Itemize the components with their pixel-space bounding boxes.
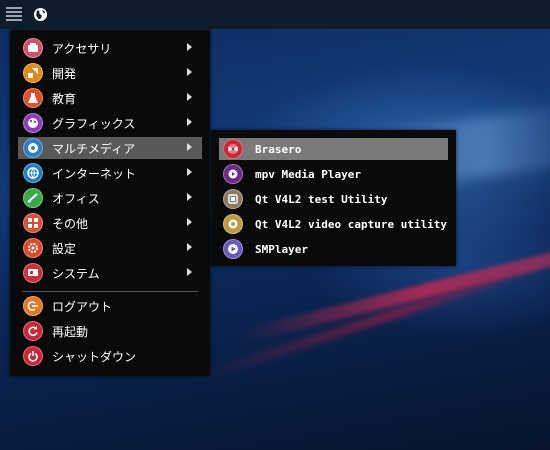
menu-item-label: インターネット — [52, 166, 137, 181]
mpv-icon — [223, 164, 243, 184]
menu-item-internet[interactable]: インターネット — [18, 162, 202, 184]
menu-item-settings[interactable]: 設定 — [18, 237, 202, 259]
internet-icon — [23, 163, 43, 183]
menu-item-label: システム — [52, 266, 100, 281]
menu-item-label: シャットダウン — [52, 349, 137, 364]
menu-item-label: グラフィックス — [52, 116, 136, 131]
top-panel — [0, 0, 550, 29]
menu-item-label: ログアウト — [52, 299, 113, 314]
menu-item-reboot[interactable]: 再起動 — [18, 320, 202, 342]
menu-item-office[interactable]: オフィス — [18, 187, 202, 209]
submenu-arrow-icon — [187, 193, 192, 201]
brasero-icon — [223, 139, 243, 159]
submenu-item-label: Brasero — [255, 142, 302, 156]
qvidcap-icon — [223, 214, 243, 234]
settings-icon — [23, 238, 43, 258]
menu-icon[interactable] — [6, 7, 22, 21]
submenu-arrow-icon — [187, 243, 192, 251]
menu-item-label: アクセサリ — [52, 41, 112, 56]
submenu-arrow-icon — [187, 43, 192, 51]
menu-item-graphics[interactable]: グラフィックス — [18, 112, 202, 134]
wallpaper-streak — [198, 254, 550, 382]
other-icon — [23, 213, 43, 233]
submenu-arrow-icon — [187, 168, 192, 176]
reboot-icon — [23, 321, 43, 341]
office-icon — [23, 188, 43, 208]
submenu-item-label: Qt V4L2 test Utility — [255, 192, 388, 206]
submenu-item-qvidcap[interactable]: Qt V4L2 video capture utility — [219, 213, 448, 235]
submenu-item-label: Qt V4L2 video capture utility — [255, 217, 448, 231]
menu-item-accessories[interactable]: アクセサリ — [18, 37, 202, 59]
accessories-icon — [23, 38, 43, 58]
menu-item-logout[interactable]: ログアウト — [18, 295, 202, 317]
smplayer-icon — [223, 239, 243, 259]
menu-item-label: 再起動 — [52, 324, 89, 339]
globe-icon[interactable] — [33, 7, 48, 22]
submenu-arrow-icon — [187, 118, 192, 126]
multimedia-submenu: Brasero mpv Media Player Qt V4L2 test Ut… — [211, 130, 456, 266]
menu-item-other[interactable]: その他 — [18, 212, 202, 234]
menu-item-label: 設定 — [52, 241, 77, 256]
menu-item-development[interactable]: 開発 — [18, 62, 202, 84]
menu-item-shutdown[interactable]: シャットダウン — [18, 345, 202, 367]
submenu-arrow-icon — [187, 143, 192, 151]
submenu-item-smplayer[interactable]: SMPlayer — [219, 238, 448, 260]
submenu-arrow-icon — [187, 218, 192, 226]
system-icon — [23, 263, 43, 283]
shutdown-icon — [23, 346, 43, 366]
menu-item-label: 教育 — [52, 91, 77, 106]
menu-item-label: オフィス — [52, 191, 100, 206]
education-icon — [23, 88, 43, 108]
graphics-icon — [23, 113, 43, 133]
menu-item-label: その他 — [52, 216, 89, 231]
menu-item-system[interactable]: システム — [18, 262, 202, 284]
menu-separator — [22, 291, 198, 292]
menu-item-education[interactable]: 教育 — [18, 87, 202, 109]
development-icon — [23, 63, 43, 83]
submenu-item-mpv[interactable]: mpv Media Player — [219, 163, 448, 185]
menu-item-multimedia[interactable]: マルチメディア — [18, 137, 202, 159]
menu-item-label: マルチメディア — [52, 141, 136, 156]
menu-item-label: 開発 — [52, 66, 77, 81]
submenu-item-label: SMPlayer — [255, 242, 308, 256]
submenu-item-brasero[interactable]: Brasero — [219, 138, 448, 160]
main-menu: アクセサリ 開発 教育 グラフィックス マルチメディア インターネット オフィス… — [10, 30, 210, 376]
multimedia-icon — [23, 138, 43, 158]
submenu-item-label: mpv Media Player — [255, 167, 361, 181]
submenu-arrow-icon — [187, 93, 192, 101]
submenu-item-qv4l2[interactable]: Qt V4L2 test Utility — [219, 188, 448, 210]
qv4l2-icon — [223, 189, 243, 209]
logout-icon — [23, 296, 43, 316]
submenu-arrow-icon — [187, 68, 192, 76]
submenu-arrow-icon — [187, 268, 192, 276]
